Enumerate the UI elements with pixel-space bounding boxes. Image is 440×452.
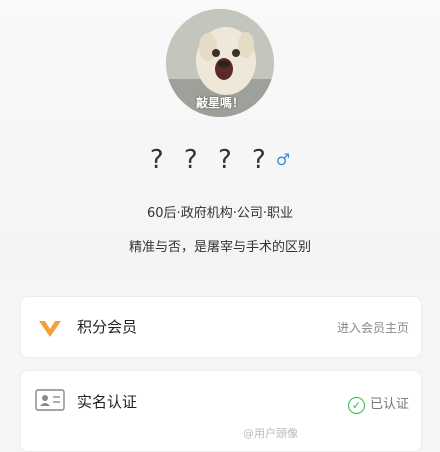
id-card-icon bbox=[35, 389, 65, 411]
male-icon: ♂ bbox=[275, 150, 291, 169]
user-tags: 60后·政府机构·公司·职业 bbox=[147, 206, 293, 221]
avatar-caption: 敲星嗎！ bbox=[195, 96, 244, 110]
verify-status-text: 已认证 bbox=[369, 397, 409, 412]
member-card-label: 积分会员 bbox=[77, 318, 138, 336]
member-card[interactable]: 积分会员 进入会员主页 bbox=[20, 296, 422, 358]
user-name-row: ? ? ? ? ♂ bbox=[0, 145, 440, 175]
user-name: ? ? ? ? bbox=[149, 145, 272, 175]
avatar[interactable]: 敲星嗎！ bbox=[166, 9, 274, 117]
check-circle-icon: ✓ bbox=[347, 397, 365, 414]
member-home-link[interactable]: 进入会员主页 bbox=[337, 319, 409, 336]
profile-header: 敲星嗎！ ? ? ? ? ♂ 60后·政府机构·公司·职业 精准与否，是屠宰与手术… bbox=[0, 0, 440, 280]
user-bio: 精准与否，是屠宰与手术的区别 bbox=[128, 240, 311, 255]
verify-card-label: 实名认证 bbox=[77, 393, 138, 411]
verify-card[interactable]: 实名认证 ✓ 已认证 bbox=[20, 370, 422, 452]
verify-status: ✓ 已认证 bbox=[347, 393, 409, 414]
watermark: @用户頭像 bbox=[243, 427, 298, 440]
v-badge-icon bbox=[35, 317, 65, 339]
